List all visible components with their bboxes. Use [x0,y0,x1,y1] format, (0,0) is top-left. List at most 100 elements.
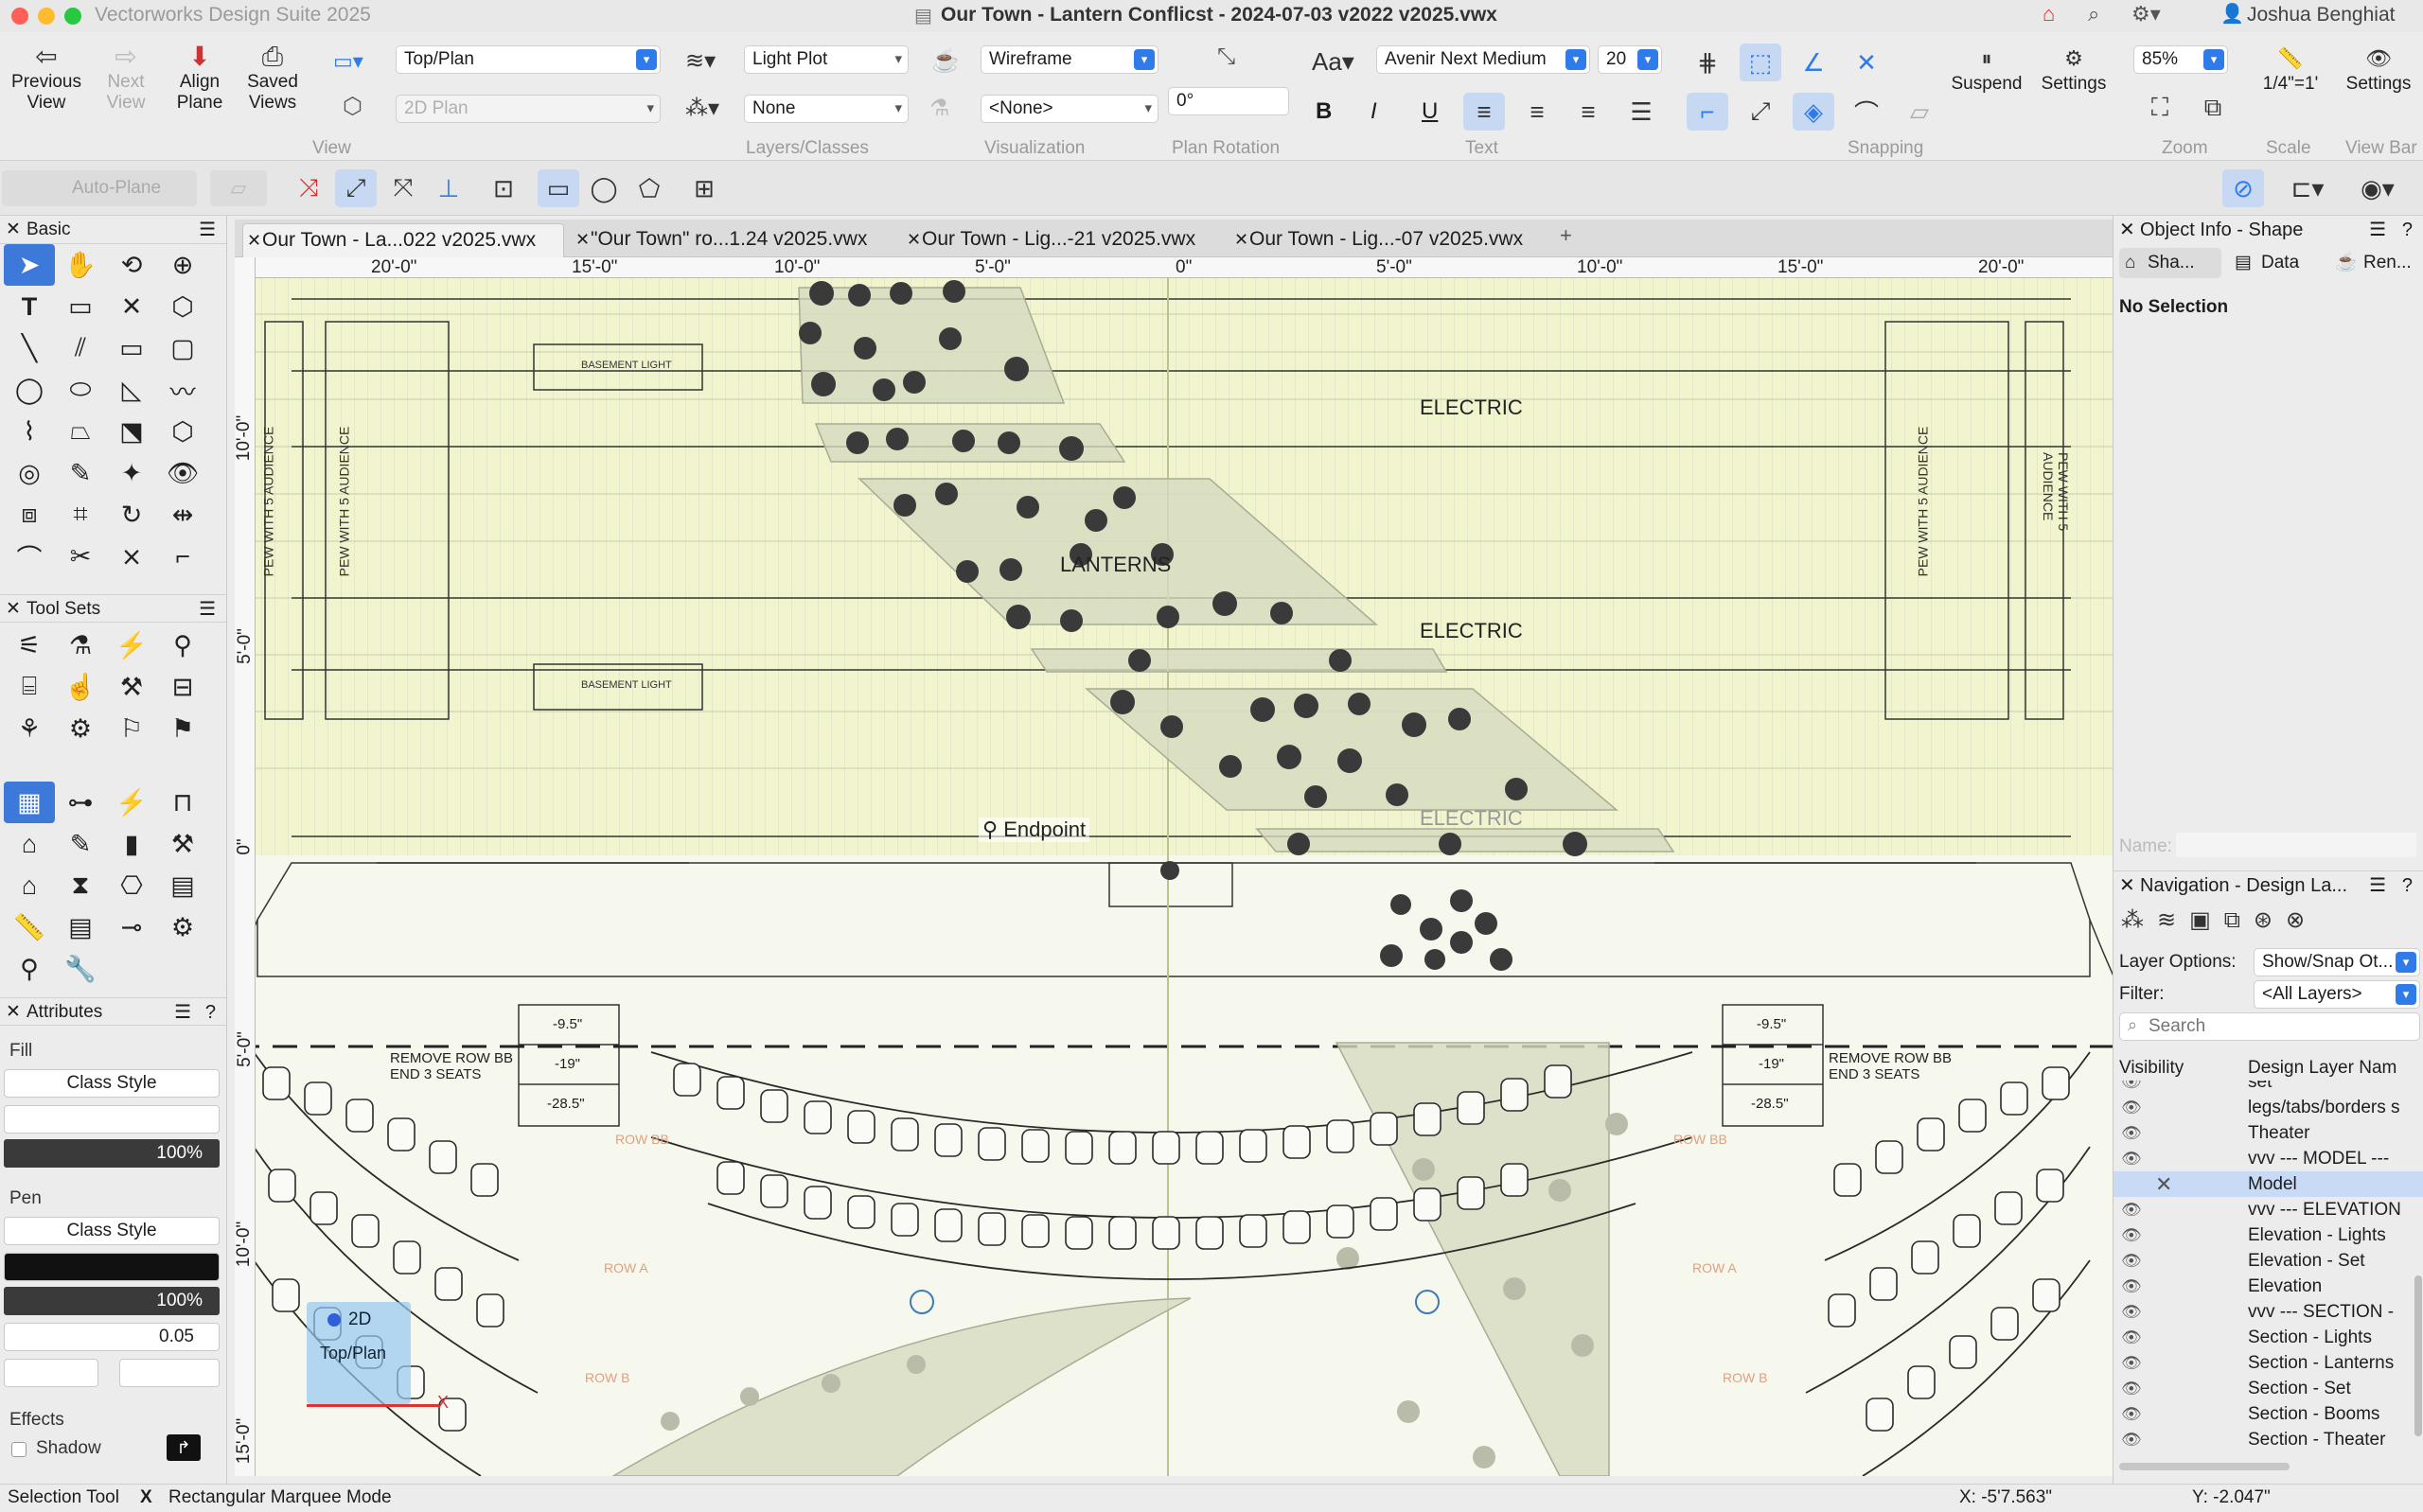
list-item[interactable]: 👁 vvv --- ELEVATION [2113,1197,2423,1222]
render-select[interactable]: 2D Plan ▾ [396,95,661,123]
fill-opacity-bar[interactable]: 100% [4,1139,220,1168]
eye-icon[interactable]: 👁 [2121,1222,2142,1248]
site-toolset-icon[interactable]: ⌂ [4,865,55,906]
close-icon[interactable]: ✕ [6,216,21,244]
rigging-toolset-icon[interactable]: ⚡ [106,782,157,823]
settings-toolset-icon[interactable]: ⚙ [157,906,208,948]
pen-style-select[interactable]: Class Style [4,1217,220,1245]
layer-options-select[interactable]: Show/Snap Ot... ▾ [2254,948,2420,976]
close-tab-icon[interactable]: ✕ [247,224,261,256]
text-tool-icon[interactable]: T [4,286,55,327]
eye-icon[interactable]: 👁 [2121,1350,2142,1376]
visibility-toggle-icon[interactable]: ⊘ [2222,169,2264,207]
freehand-tool-icon[interactable]: 〰 [157,369,208,411]
eye-icon[interactable]: 👁 [2121,1274,2142,1299]
selection-mode-1-icon[interactable]: ⤨ [288,169,329,207]
italic-button[interactable]: I [1371,98,1377,125]
selection-tool-icon[interactable]: ➤ [4,244,55,286]
eye-icon[interactable]: 👁 [2121,1248,2142,1274]
fill-color-swatch[interactable] [4,1105,220,1134]
rectangle-select-icon[interactable]: ▭ [538,169,579,207]
offset-tool-icon[interactable]: ⌗ [55,494,106,536]
scale-button[interactable]: 📏 1/4"=1' [2253,44,2328,95]
truss-toolset-icon[interactable]: ⊓ [157,782,208,823]
fillet-tool-icon[interactable]: ⌒ [4,536,55,577]
shadow-checkbox[interactable] [11,1442,27,1457]
auto-plane-toggle[interactable]: Auto-Plane [2,170,197,206]
help-icon[interactable]: ? [205,998,216,1027]
line-marker-select[interactable] [119,1359,220,1387]
navigation-mode-icons[interactable]: ⁂≋▣⧉⊛⊗ [2121,906,2318,934]
polygon-tool-icon[interactable]: ⏢ [55,411,106,452]
close-tab-icon[interactable]: ✕ [1234,223,1248,255]
zoom-window-button[interactable] [64,8,81,25]
snap-angle-button[interactable]: ∠ [1793,44,1834,81]
rotate-tool-icon[interactable]: ↻ [106,494,157,536]
working-plane-menu-icon[interactable]: ⊏▾ [2287,169,2328,207]
spotlight-tool-2-icon[interactable]: ⚗ [55,624,106,666]
home-alert-icon[interactable]: ⌂ [2043,2,2055,26]
rounded-rectangle-tool-icon[interactable]: ▢ [157,327,208,369]
saved-views-button[interactable]: ⎙ Saved Views [237,42,309,114]
line-tool-icon[interactable]: ╲ [4,327,55,369]
eye-icon[interactable]: 👁 [2121,1081,2142,1095]
spotlight-tool-8-icon[interactable]: ⊟ [157,666,208,708]
close-icon[interactable]: ✕ [6,595,21,624]
spotlight-tool-5-icon[interactable]: ⌸ [4,666,55,708]
triangle-tool-icon[interactable]: ◺ [106,369,157,411]
tab-document-3[interactable]: ✕ Our Town - Lig...-21 v2025.vwx [903,223,1225,257]
snap-suspend-button[interactable]: ⏸ Suspend [1946,44,2027,95]
polyline-tool-icon[interactable]: ⌇ [4,411,55,452]
spotlight-tool-4-icon[interactable]: ⚲ [157,624,208,666]
layer-search-box[interactable]: ⌕ [2119,1012,2420,1041]
snap-tangent-button[interactable]: ⤢ [1740,93,1781,131]
visualization-toolset-icon[interactable]: ⧗ [55,865,106,906]
locus-tool-icon[interactable]: ✕ [106,286,157,327]
symbol-insertion-tool-icon[interactable]: ⬡ [157,286,208,327]
lighting-toolset-icon[interactable]: ⊶ [55,782,106,823]
furniture-toolset-icon[interactable]: ▮ [106,823,157,865]
name-field[interactable] [2176,833,2416,857]
menu-icon[interactable]: ☰ [199,595,216,624]
spotlight-tool-3-icon[interactable]: ⚡ [106,624,157,666]
magic-wand-toolset-icon[interactable]: ⚲ [4,948,55,990]
eye-icon[interactable]: 👁 [2121,1197,2142,1222]
pan-tool-icon[interactable]: ✋ [55,244,106,286]
minimize-window-button[interactable] [38,8,55,25]
filter-select[interactable]: <All Layers> ▾ [2254,980,2420,1009]
list-item[interactable]: 👁 vvv --- SECTION - [2113,1299,2423,1325]
selection-mode-5-icon[interactable]: ⊡ [483,169,524,207]
gear-icon[interactable]: ⚙▾ [2131,2,2161,26]
tab-render[interactable]: ☕ Ren... [2329,248,2423,278]
text-style-icon[interactable]: Aa▾ [1312,47,1354,77]
pen-color-swatch[interactable] [4,1253,220,1281]
tab-document-1[interactable]: ✕ Our Town - La...022 v2025.vwx [242,223,564,257]
viewbar-settings-button[interactable]: 👁 Settings [2338,44,2419,95]
circle-tool-icon[interactable]: ◯ [4,369,55,411]
spotlight-tool-10-icon[interactable]: ⚙ [55,708,106,749]
classes-icon[interactable]: ⁂▾ [685,95,719,122]
next-view-button[interactable]: ⇨ Next View [93,42,159,114]
layer-list-hscrollbar[interactable] [2119,1463,2290,1470]
wrench-toolset-icon[interactable]: 🔧 [55,948,106,990]
eye-icon[interactable]: 👁 [2121,1095,2142,1120]
list-item[interactable]: 👁 legs/tabs/borders s [2113,1095,2423,1120]
list-item[interactable]: 👁 set [2113,1081,2423,1095]
selection-mode-4-icon[interactable]: ⊥ [428,169,469,207]
visualization-icon[interactable]: ☕ [931,47,960,75]
trim-tool-icon[interactable]: ✂ [55,536,106,577]
align-right-button[interactable]: ≡ [1567,93,1609,131]
fit-to-objects-button[interactable]: ⧉ [2192,89,2234,127]
list-item[interactable]: 👁 Section - Lanterns [2113,1350,2423,1376]
snap-object-button[interactable]: ⬚ [1740,44,1781,81]
selection-preferences-icon[interactable]: ⊞ [683,169,725,207]
user-name[interactable]: Joshua Benghiat [2247,4,2395,26]
space-toolset-icon[interactable]: ▤ [55,906,106,948]
eye-icon[interactable]: 👁 [2121,1401,2142,1427]
list-item[interactable]: 👁 Section - Lights [2113,1325,2423,1350]
justify-button[interactable]: ☰ [1620,93,1662,131]
selection-mode-3-icon[interactable]: ⤧ [382,169,424,207]
spotlight-tool-9-icon[interactable]: ⚘ [4,708,55,749]
visibility-tool-icon[interactable]: 👁 [157,452,208,494]
detailing-toolset-icon[interactable]: ✎ [55,823,106,865]
